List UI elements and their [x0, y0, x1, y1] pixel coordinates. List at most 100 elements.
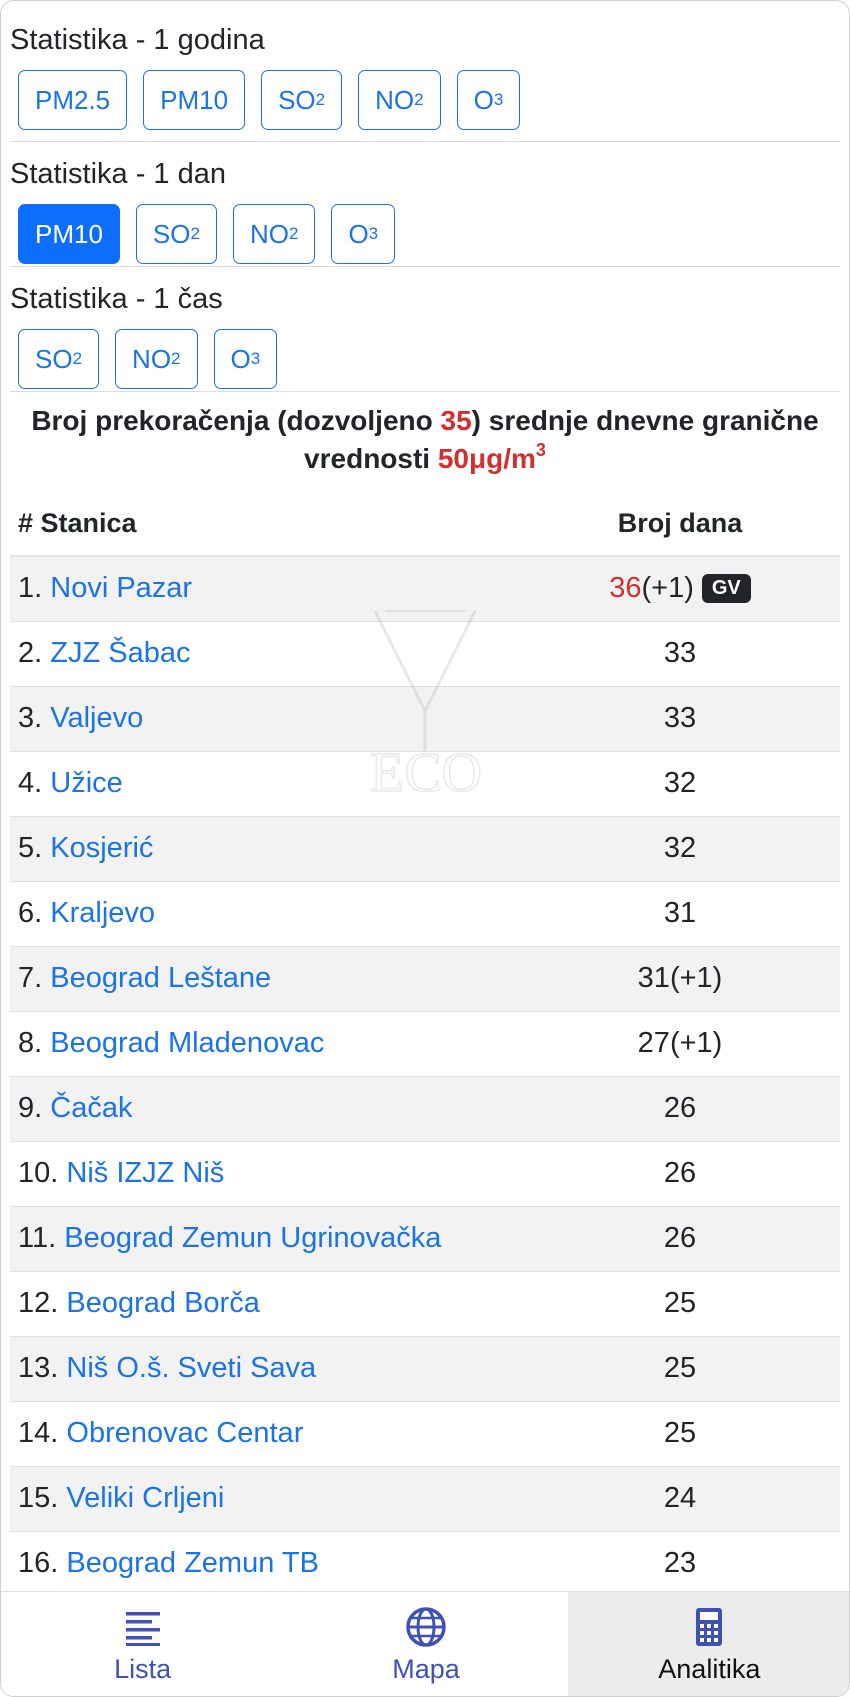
main-content: Statistika - 1 godina PM2.5 PM10 SO 2 NO 2…: [10, 1, 840, 1591]
limit-value: 50μg/m3: [437, 440, 546, 474]
station-link[interactable]: Obrenovac Centar: [66, 1417, 303, 1449]
nav-analitika[interactable]: Analitika: [567, 1592, 849, 1696]
days-extra: (+1): [669, 1027, 723, 1059]
days-cell: 25: [520, 1271, 840, 1337]
station-link[interactable]: Beograd Zemun TB: [66, 1547, 319, 1579]
table-header: # Stanica Broj dana: [10, 492, 840, 557]
no2-button[interactable]: NO 2: [358, 70, 441, 130]
row-number: 16.: [18, 1547, 59, 1579]
table-row: 13. Niš O.š. Sveti Sava 25: [10, 1336, 840, 1402]
station-link[interactable]: Valjevo: [50, 702, 143, 734]
no2-button[interactable]: NO 2: [115, 329, 198, 389]
station-cell: 5. Kosjerić: [10, 816, 520, 882]
table-row: 10. Niš IZJZ Niš 26: [10, 1141, 840, 1207]
station-link[interactable]: Veliki Crljeni: [66, 1482, 224, 1514]
row-number: 4.: [18, 767, 43, 799]
o3-button[interactable]: O3: [213, 329, 278, 389]
station-link[interactable]: Beograd Zemun Ugrinovačka: [64, 1222, 441, 1254]
station-link[interactable]: Niš IZJZ Niš: [66, 1157, 224, 1189]
bottom-navigation: Lista Mapa Analitika: [1, 1591, 849, 1696]
station-cell: 9. Čačak: [10, 1076, 520, 1142]
so2-button[interactable]: SO 2: [261, 70, 343, 130]
o3-button[interactable]: O3: [331, 204, 396, 264]
days-value: 33: [663, 637, 697, 669]
table-row: 11. Beograd Zemun Ugrinovačka 26: [10, 1206, 840, 1272]
station-link[interactable]: Kosjerić: [50, 832, 153, 864]
section-title: Statistika - 1 godina: [10, 24, 265, 56]
station-link[interactable]: ZJZ Šabac: [50, 637, 190, 669]
section-year: Statistika - 1 godina PM2.5 PM10 SO 2 NO 2…: [10, 1, 840, 142]
exceedance-heading: Broj prekoračenja (dozvoljeno 35) srednj…: [31, 405, 819, 474]
pm10-button[interactable]: PM10: [143, 70, 246, 130]
table-row: 5. Kosjerić 32: [10, 816, 840, 882]
station-link[interactable]: Beograd Borča: [66, 1287, 259, 1319]
days-extra: (+1): [641, 572, 694, 605]
pm10-button-active[interactable]: PM10: [18, 204, 120, 264]
station-cell: 10. Niš IZJZ Niš: [10, 1141, 520, 1207]
calculator-icon: [696, 1607, 723, 1646]
station-link[interactable]: Beograd Mladenovac: [50, 1027, 324, 1059]
svg-text:ECO: ECO: [370, 742, 482, 801]
days-value: 31: [637, 962, 670, 994]
row-number: 3.: [18, 702, 43, 734]
so2-button[interactable]: SO 2: [135, 204, 217, 264]
row-number: 7.: [18, 962, 43, 994]
app-frame: Statistika - 1 godina PM2.5 PM10 SO 2 NO 2…: [0, 0, 850, 1697]
days-cell: 26: [520, 1206, 840, 1272]
days-value: 33: [663, 702, 697, 734]
row-number: 13.: [18, 1352, 59, 1384]
pollutant-buttons: SO 2 NO 2 O3: [10, 329, 840, 389]
days-cell: 25: [520, 1401, 840, 1467]
table-row: 16. Beograd Zemun TB 23: [10, 1531, 840, 1591]
so2-button[interactable]: SO 2: [18, 329, 100, 389]
days-cell: 32: [520, 816, 840, 882]
eco-logo-watermark: ECO: [369, 610, 483, 801]
days-cell: 31: [520, 881, 840, 947]
station-cell: 13. Niš O.š. Sveti Sava: [10, 1336, 520, 1402]
station-cell: 14. Obrenovac Centar: [10, 1401, 520, 1467]
station-link[interactable]: Užice: [50, 767, 123, 799]
days-value: 36: [609, 572, 642, 605]
station-link[interactable]: Beograd Leštane: [50, 962, 271, 994]
days-cell: 33: [520, 621, 840, 687]
days-cell: 26: [520, 1076, 840, 1142]
station-cell: 15. Veliki Crljeni: [10, 1466, 520, 1532]
row-number: 2.: [18, 637, 43, 669]
nav-label: Analitika: [658, 1653, 761, 1684]
days-cell: 26: [520, 1141, 840, 1207]
table-row: 7. Beograd Leštane 31(+1): [10, 946, 840, 1012]
station-column-header: # Stanica: [10, 492, 520, 557]
row-number: 9.: [18, 1092, 43, 1124]
days-cell: 24: [520, 1466, 840, 1532]
nav-lista[interactable]: Lista: [1, 1592, 284, 1696]
row-number: 14.: [18, 1417, 59, 1449]
station-link[interactable]: Čačak: [50, 1092, 132, 1124]
row-number: 10.: [18, 1157, 59, 1189]
section-title: Statistika - 1 čas: [10, 283, 223, 315]
station-link[interactable]: Niš O.š. Sveti Sava: [66, 1352, 316, 1384]
row-number: 1.: [18, 572, 43, 605]
no2-button[interactable]: NO 2: [232, 204, 316, 264]
days-cell: 23: [520, 1531, 840, 1591]
allowed-count: 35: [440, 405, 472, 436]
days-cell: 27(+1): [520, 1011, 840, 1077]
days-value: 26: [663, 1222, 697, 1254]
pollutant-buttons: PM10 SO 2 NO 2 O3: [10, 204, 840, 264]
pm25-button[interactable]: PM2.5: [18, 70, 128, 130]
days-extra: (+1): [669, 962, 723, 994]
table-row: 14. Obrenovac Centar 25: [10, 1401, 840, 1467]
station-cell: 16. Beograd Zemun TB: [10, 1531, 520, 1591]
table-row: 8. Beograd Mladenovac 27(+1): [10, 1011, 840, 1077]
pollutant-buttons: PM2.5 PM10 SO 2 NO 2 O3: [10, 70, 840, 130]
station-link[interactable]: Novi Pazar: [50, 572, 192, 604]
station-link[interactable]: Kraljevo: [50, 897, 155, 929]
o3-button[interactable]: O3: [456, 70, 521, 130]
nav-mapa[interactable]: Mapa: [284, 1592, 567, 1696]
table-row: 6. Kraljevo 31: [10, 881, 840, 947]
days-column-header: Broj dana: [520, 492, 840, 557]
days-cell: 25: [520, 1336, 840, 1402]
gv-badge: GV: [701, 574, 751, 604]
list-icon: [125, 1611, 160, 1646]
days-value: 26: [663, 1157, 697, 1189]
days-value: 26: [663, 1092, 697, 1124]
